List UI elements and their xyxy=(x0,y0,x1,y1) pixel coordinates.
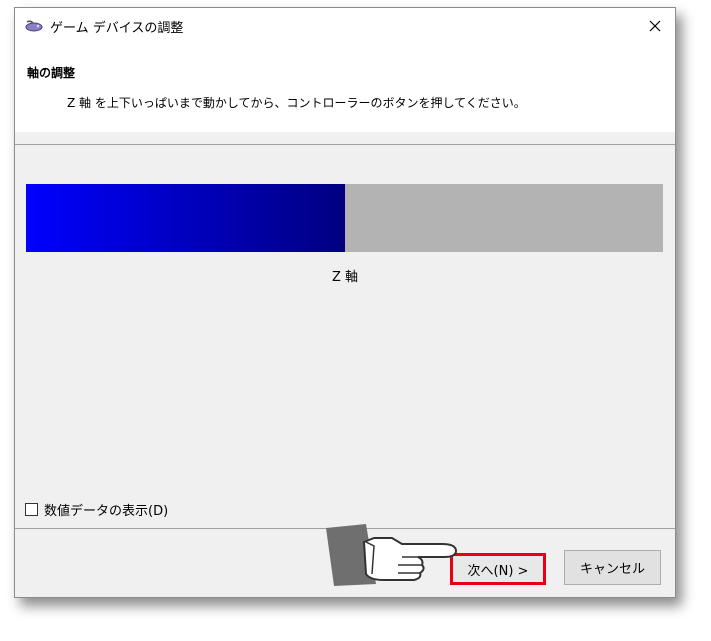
close-button[interactable] xyxy=(643,14,667,38)
game-device-calibration-dialog: ゲーム デバイスの調整 軸の調整 Z 軸 を上下いっぱいまで動かしてから、コント… xyxy=(14,7,676,598)
show-values-checkbox[interactable] xyxy=(25,503,38,516)
z-axis-meter xyxy=(26,184,663,252)
show-values-option[interactable]: 数値データの表示(D) xyxy=(25,500,168,519)
page-title: 軸の調整 xyxy=(27,66,76,80)
window-title: ゲーム デバイスの調整 xyxy=(50,21,184,36)
pointing-hand-icon xyxy=(314,520,464,590)
show-values-label: 数値データの表示(D) xyxy=(44,504,169,519)
next-button[interactable]: 次へ(N) > xyxy=(450,553,546,585)
game-controller-icon xyxy=(24,18,44,32)
cancel-button[interactable]: キャンセル xyxy=(564,550,661,585)
title-bar: ゲーム デバイスの調整 xyxy=(15,8,675,44)
header-panel: 軸の調整 Z 軸 を上下いっぱいまで動かしてから、コントローラーのボタンを押して… xyxy=(15,44,675,132)
screenshot-canvas: ゲーム デバイスの調整 軸の調整 Z 軸 を上下いっぱいまで動かしてから、コント… xyxy=(0,0,711,641)
z-axis-meter-fill xyxy=(26,184,345,252)
z-axis-label: Z 軸 xyxy=(331,270,359,285)
close-icon xyxy=(649,17,661,36)
instruction-text: Z 軸 を上下いっぱいまで動かしてから、コントローラーのボタンを押してください。 xyxy=(67,96,526,110)
header-divider xyxy=(15,144,675,145)
